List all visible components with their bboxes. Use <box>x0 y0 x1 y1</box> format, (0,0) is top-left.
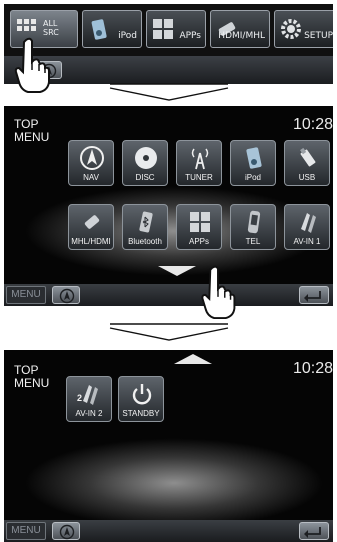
page-title: TOP MENU <box>14 117 50 144</box>
ipod-icon <box>91 19 107 40</box>
tuner-tile[interactable]: TUNER <box>176 140 222 186</box>
clock: 10:28 <box>292 116 333 133</box>
usb-icon <box>300 147 316 167</box>
av-in-1-tile-label: AV-IN 1 <box>293 237 321 246</box>
compass-icon <box>59 524 75 540</box>
usb-tile-label: USB <box>298 173 316 182</box>
nav-tile[interactable]: NAV <box>68 140 114 186</box>
av-in-2-badge: 2 <box>77 393 83 403</box>
av-in-2-tile[interactable]: 2 AV-IN 2 <box>66 376 112 422</box>
back-arrow-icon <box>304 291 321 302</box>
page-up-indicator[interactable] <box>174 354 212 364</box>
bluetooth-tile[interactable]: Bluetooth <box>122 204 168 250</box>
ipod-tile[interactable]: iPod <box>230 140 276 186</box>
menu-button[interactable]: MENU <box>6 286 46 304</box>
source-bar-screen: ALL SRC iPod APPs HDMI/MHL SETUP <box>4 4 333 84</box>
handset-icon <box>247 210 261 234</box>
apps-tile-label: APPs <box>188 237 209 246</box>
power-icon <box>132 384 152 405</box>
apps-source-button[interactable]: APPs <box>146 10 206 48</box>
nav-button[interactable] <box>52 522 80 540</box>
clock: 10:28 <box>292 360 333 377</box>
page-title: TOP MENU <box>14 363 50 390</box>
bluetooth-tile-label: Bluetooth <box>128 237 162 246</box>
disc-icon <box>135 147 157 169</box>
av-in-1-tile[interactable]: AV-IN 1 <box>284 204 330 250</box>
down-arrow-icon <box>109 323 229 341</box>
apps-tile[interactable]: APPs <box>176 204 222 250</box>
ipod-source-button[interactable]: iPod <box>82 10 142 48</box>
usb-tile[interactable]: USB <box>284 140 330 186</box>
apps-source-label: APPs <box>179 31 201 41</box>
back-button[interactable] <box>299 522 329 540</box>
standby-tile-label: STANDBY <box>122 409 160 418</box>
av-input-icon <box>301 213 316 233</box>
gear-icon <box>281 19 301 39</box>
apps-icon <box>190 212 210 232</box>
tel-tile[interactable]: TEL <box>230 204 276 250</box>
bottom-bar: MENU <box>4 284 333 306</box>
ipod-source-label: iPod <box>118 31 137 41</box>
mhl-hdmi-tile-label: MHL/HDMI <box>71 237 111 246</box>
setup-source-label: SETUP <box>304 31 333 41</box>
hdmi-icon <box>84 215 100 229</box>
nav-button[interactable] <box>52 286 80 304</box>
setup-source-button[interactable]: SETUP <box>274 10 333 48</box>
all-src-label: ALL SRC <box>43 19 59 37</box>
disc-tile-label: DISC <box>135 173 155 182</box>
touch-hand-icon <box>201 265 236 320</box>
down-arrow-icon <box>109 83 229 101</box>
phone-icon <box>139 211 153 233</box>
touch-hand-icon <box>14 37 50 93</box>
standby-tile[interactable]: STANDBY <box>118 376 164 422</box>
page-down-indicator[interactable] <box>158 266 196 276</box>
disc-tile[interactable]: DISC <box>122 140 168 186</box>
back-button[interactable] <box>299 286 329 304</box>
hdmi-source-button[interactable]: HDMI/MHL <box>210 10 270 48</box>
antenna-icon <box>191 148 209 170</box>
tel-tile-label: TEL <box>245 237 261 246</box>
source-bar-footer <box>4 56 333 84</box>
back-arrow-icon <box>304 527 321 538</box>
tuner-tile-label: TUNER <box>185 173 213 182</box>
top-menu-screen-page1: TOP MENU 10:28 NAV DISC TUNER iPod USB M… <box>4 106 333 306</box>
background-glow <box>24 438 324 528</box>
ipod-icon <box>246 147 262 169</box>
ipod-tile-label: iPod <box>244 173 261 182</box>
hdmi-source-label: HDMI/MHL <box>218 31 265 41</box>
compass-icon <box>59 288 75 304</box>
compass-icon <box>80 146 104 170</box>
top-menu-screen-page2: TOP MENU 10:28 2 AV-IN 2 STANDBY MENU <box>4 350 333 542</box>
apps-icon <box>153 19 173 39</box>
nav-tile-label: NAV <box>83 173 99 182</box>
menu-button[interactable]: MENU <box>6 522 46 540</box>
mhl-hdmi-tile[interactable]: MHL/HDMI <box>68 204 114 250</box>
bottom-bar: MENU <box>4 520 333 542</box>
av-in-2-tile-label: AV-IN 2 <box>75 409 103 418</box>
